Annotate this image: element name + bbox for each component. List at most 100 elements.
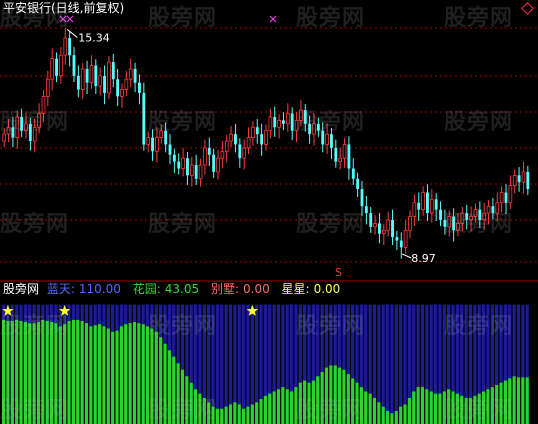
sky-bar [386, 304, 390, 424]
garden-bar [442, 391, 446, 424]
candle [408, 216, 412, 231]
garden-bar [163, 343, 167, 424]
candle [465, 213, 469, 220]
sky-bar [394, 304, 398, 424]
candle [491, 206, 495, 214]
candle [41, 95, 46, 114]
candle [172, 154, 176, 162]
candle [478, 209, 482, 220]
garden-bar [180, 369, 185, 424]
candle [203, 147, 207, 166]
garden-bar [111, 331, 115, 424]
candle [216, 157, 220, 173]
garden-bar [490, 387, 494, 424]
legend-sky-value: 110.00 [78, 282, 121, 296]
candle [417, 202, 421, 210]
garden-bar [15, 319, 19, 424]
candle [338, 157, 343, 162]
garden-bar [351, 378, 355, 424]
garden-bar [255, 402, 259, 424]
garden-bar [434, 393, 438, 424]
candle [299, 109, 303, 121]
candle [351, 168, 355, 179]
garden-bar [386, 410, 390, 424]
candle [189, 164, 194, 176]
garden-bar [482, 391, 486, 424]
candle [517, 175, 521, 183]
legend-sky-label: 蓝天: [46, 282, 75, 296]
candle [268, 116, 273, 132]
candle [238, 144, 242, 159]
garden-bar [228, 404, 233, 424]
garden-bar [124, 324, 128, 424]
candle [356, 178, 360, 190]
candle [426, 192, 429, 214]
candle [103, 75, 106, 93]
candle [212, 154, 216, 172]
garden-bar [516, 377, 521, 424]
price-chart[interactable]: 15.34 8.97 S [0, 0, 538, 282]
candle [282, 120, 285, 124]
garden-bar [311, 380, 315, 424]
candle [526, 171, 530, 190]
candle [72, 55, 76, 76]
garden-bar [159, 337, 163, 424]
candle [94, 65, 98, 87]
garden-bar [425, 389, 429, 424]
garden-bar [460, 395, 464, 424]
candle [133, 68, 137, 83]
garden-bar [93, 325, 97, 424]
garden-bar [338, 367, 342, 424]
indicator-chart[interactable] [0, 296, 538, 424]
garden-bar [176, 363, 180, 424]
candle [381, 229, 386, 235]
garden-bar [67, 320, 71, 424]
candle [285, 113, 290, 125]
candle [273, 116, 277, 128]
candle [308, 123, 312, 135]
candle [412, 202, 417, 217]
garden-bar [272, 391, 276, 424]
candle [504, 192, 508, 203]
candle [495, 202, 500, 214]
garden-bar [294, 387, 298, 424]
candle [155, 137, 159, 152]
candle [111, 62, 115, 80]
low-price-label: 8.97 [411, 252, 436, 265]
sky-bar [390, 304, 394, 424]
garden-bar [342, 369, 346, 424]
sky-bar [246, 304, 250, 424]
candle [395, 237, 399, 241]
garden-bar [276, 389, 281, 424]
high-pointer [66, 29, 78, 38]
garden-bar [115, 330, 119, 424]
candle [120, 89, 124, 97]
garden-bar [429, 391, 433, 424]
garden-bar [36, 322, 41, 424]
candle [45, 78, 50, 97]
candle [246, 137, 251, 149]
garden-bar [28, 323, 32, 424]
garden-bar [447, 389, 451, 424]
candle [251, 126, 255, 138]
candle [63, 37, 68, 56]
candle [303, 110, 307, 124]
garden-bar [329, 365, 333, 424]
candle [421, 192, 425, 211]
legend-star-value: 0.00 [313, 282, 341, 296]
garden-bar [281, 387, 285, 424]
sell-signal: S [335, 266, 342, 279]
candle [164, 130, 168, 145]
candle [168, 144, 172, 155]
garden-bar [359, 387, 363, 424]
candle [456, 222, 460, 231]
candle [255, 127, 259, 135]
candle [20, 116, 24, 131]
candle [224, 140, 229, 152]
garden-bar [290, 391, 294, 424]
garden-bar [128, 323, 132, 424]
candle [439, 209, 442, 220]
candle [330, 134, 333, 148]
garden-bar [237, 404, 241, 424]
candle [128, 68, 133, 80]
